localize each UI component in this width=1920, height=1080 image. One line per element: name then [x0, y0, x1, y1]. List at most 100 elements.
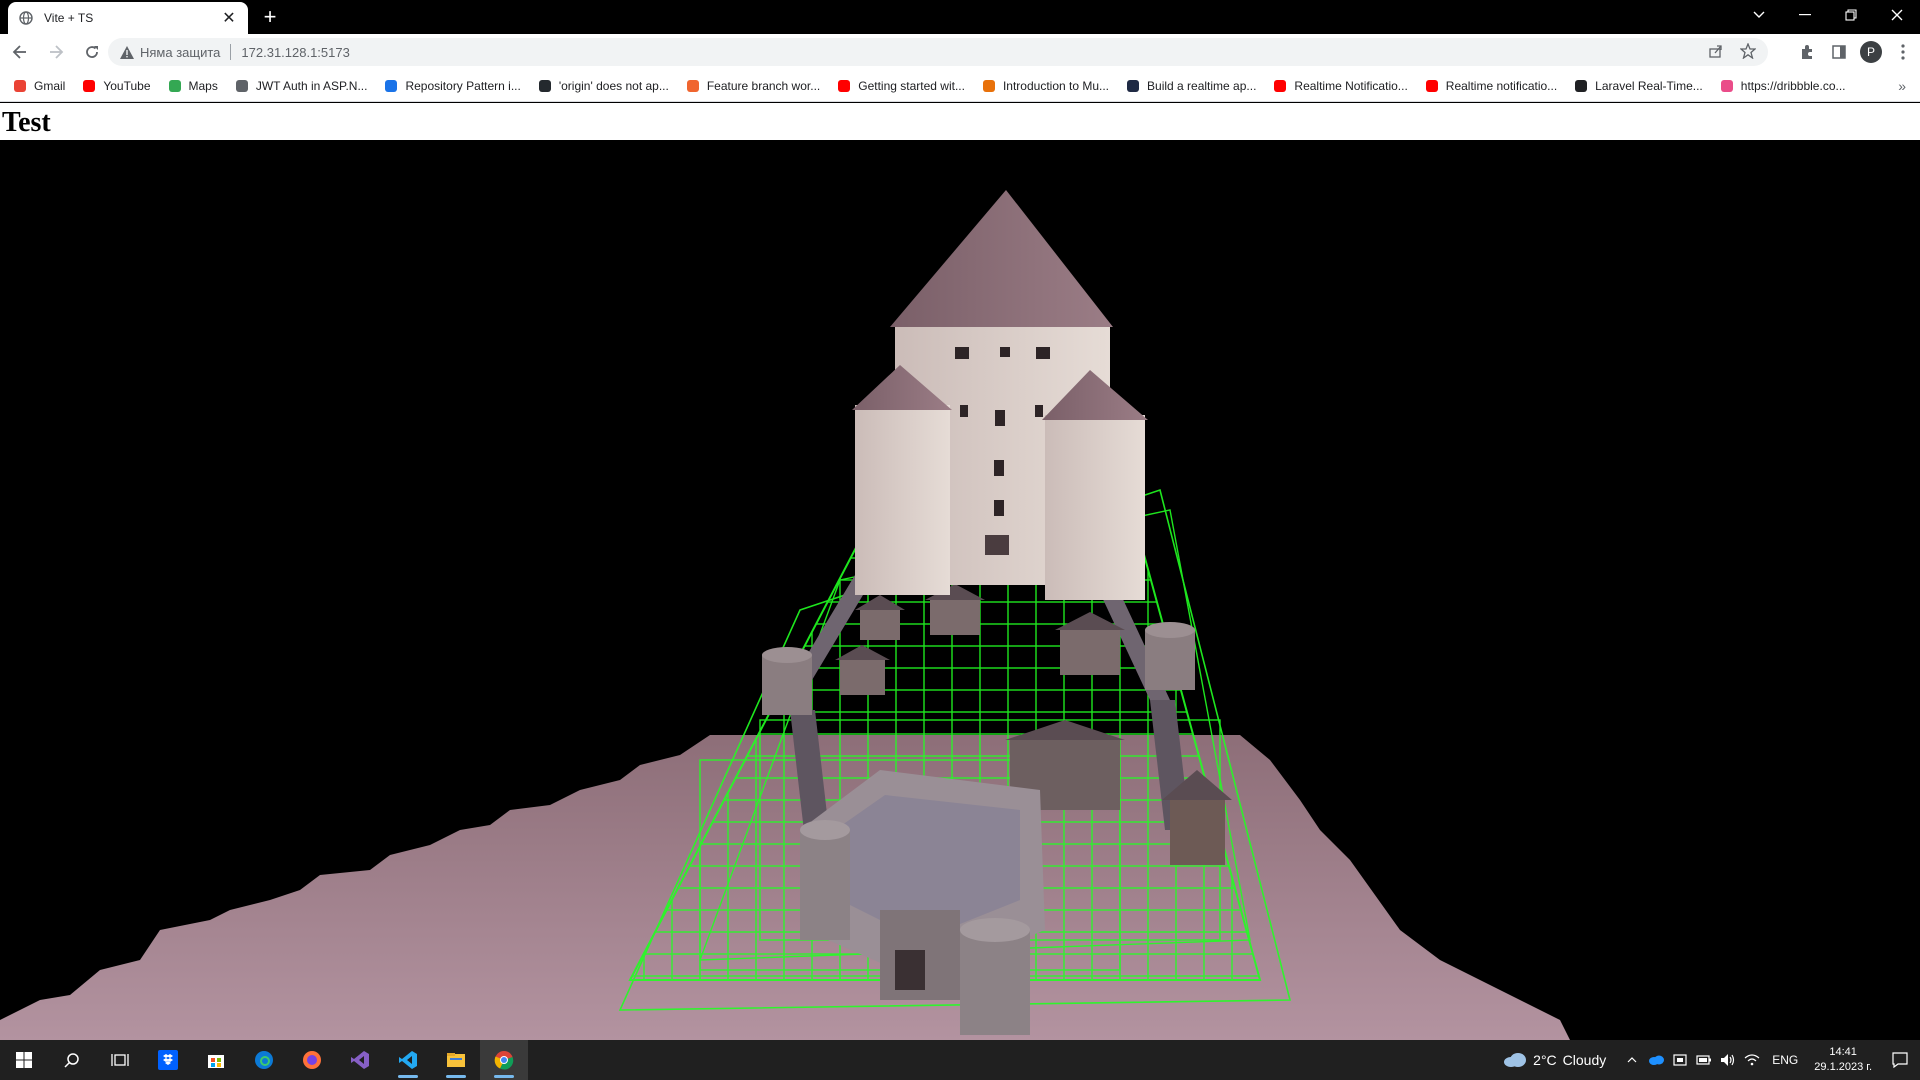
notification-center-button[interactable] — [1880, 1040, 1920, 1080]
gmail-icon — [12, 78, 28, 94]
page-title: Test — [2, 107, 51, 138]
main-keep — [852, 190, 1148, 600]
url-text[interactable]: 172.31.128.1:5173 — [241, 45, 349, 60]
side-panel-icon[interactable] — [1828, 36, 1850, 68]
notification-icon — [1892, 1052, 1908, 1068]
volume-icon[interactable] — [1716, 1040, 1740, 1080]
profile-button[interactable]: P — [1860, 36, 1882, 68]
chevron-up-icon[interactable] — [1620, 1040, 1644, 1080]
bookmark-item[interactable]: 'origin' does not ap... — [537, 78, 669, 94]
bookmark-item[interactable]: https://dribbble.co... — [1719, 78, 1846, 94]
windows-taskbar: 2°C Cloudy ENG 14:41 29.1.2023 г. — [0, 1040, 1920, 1080]
vscode-app[interactable] — [384, 1040, 432, 1080]
task-view-button[interactable] — [96, 1040, 144, 1080]
address-bar[interactable]: Няма защита 172.31.128.1:5173 — [108, 38, 1768, 66]
bookmark-label: Introduction to Mu... — [1002, 78, 1110, 93]
github-icon — [537, 78, 553, 94]
dropbox-icon — [158, 1050, 178, 1070]
avatar: P — [1860, 41, 1882, 63]
reload-button[interactable] — [76, 36, 108, 68]
bookmark-label: Realtime notificatio... — [1445, 78, 1558, 93]
system-tray: 2°C Cloudy ENG 14:41 29.1.2023 г. — [1503, 1040, 1920, 1080]
firefox-app[interactable] — [288, 1040, 336, 1080]
firefox-icon — [303, 1051, 321, 1069]
bookmark-label: Realtime Notificatio... — [1294, 78, 1408, 93]
wifi-icon[interactable] — [1740, 1040, 1764, 1080]
store-icon — [208, 1055, 224, 1068]
search-button[interactable] — [48, 1040, 96, 1080]
bookmark-item[interactable]: Maps — [167, 78, 218, 94]
restore-button[interactable] — [1828, 0, 1874, 30]
bookmark-item[interactable]: Laravel Real-Time... — [1573, 78, 1703, 94]
menu-kebab-icon[interactable] — [1892, 36, 1914, 68]
security-status[interactable]: Няма защита — [140, 45, 220, 60]
weather-temp: 2°C — [1533, 1052, 1557, 1068]
jwt-icon — [234, 78, 250, 94]
file-explorer-app[interactable] — [432, 1040, 480, 1080]
toolbar-right-actions: P — [1796, 36, 1914, 68]
arrow-right-icon — [50, 45, 64, 59]
minimize-button[interactable] — [1782, 0, 1828, 30]
bookmark-item[interactable]: Repository Pattern i... — [383, 78, 521, 94]
new-tab-button[interactable]: + — [258, 6, 282, 30]
store-app[interactable] — [192, 1040, 240, 1080]
window-controls — [1736, 0, 1920, 30]
folder-icon — [447, 1053, 465, 1067]
close-tab-icon[interactable]: ✕ — [220, 9, 238, 27]
browser-tab[interactable]: Vite + TS ✕ — [8, 2, 248, 34]
bookmark-item[interactable]: JWT Auth in ASP.N... — [234, 78, 368, 94]
visual-studio-app[interactable] — [336, 1040, 384, 1080]
battery-icon[interactable] — [1692, 1040, 1716, 1080]
bookmark-item[interactable]: Introduction to Mu... — [981, 78, 1109, 94]
bookmark-label: Gmail — [34, 78, 66, 93]
bookmark-label: 'origin' does not ap... — [558, 78, 669, 93]
language-indicator[interactable]: ENG — [1772, 1053, 1798, 1067]
extensions-icon[interactable] — [1796, 36, 1818, 68]
weather-condition: Cloudy — [1562, 1052, 1607, 1068]
tab-search-icon[interactable] — [1736, 0, 1782, 30]
start-button[interactable] — [0, 1040, 48, 1080]
edge-icon — [255, 1051, 273, 1069]
arrow-left-icon — [12, 45, 26, 59]
bookmark-site-icon — [1125, 78, 1141, 94]
vscode-icon — [399, 1051, 417, 1069]
bookmark-item[interactable]: Realtime notificatio... — [1424, 78, 1557, 94]
dribbble-icon — [1719, 78, 1735, 94]
bookmark-site-icon — [383, 78, 399, 94]
forward-button[interactable] — [40, 36, 72, 68]
bookmark-site-icon — [981, 78, 997, 94]
warning-icon[interactable] — [120, 45, 134, 59]
search-icon — [64, 1053, 79, 1068]
maps-icon — [167, 78, 183, 94]
task-view-icon — [111, 1054, 129, 1066]
bookmark-item[interactable]: Build a realtime ap... — [1125, 78, 1256, 94]
bookmarks-bar: Gmail YouTube Maps JWT Auth in ASP.N... Repo… — [0, 70, 1920, 102]
globe-icon — [18, 10, 34, 26]
chrome-app[interactable] — [480, 1040, 528, 1080]
bookmark-label: Build a realtime ap... — [1147, 78, 1257, 93]
visual-studio-icon — [351, 1051, 369, 1069]
clock[interactable]: 14:41 29.1.2023 г. — [1814, 1045, 1872, 1075]
omnibox-actions — [1708, 42, 1757, 62]
onedrive-icon[interactable] — [1644, 1040, 1668, 1080]
bookmark-site-icon — [1573, 78, 1589, 94]
bookmark-item[interactable]: Feature branch wor... — [685, 78, 820, 94]
bookmarks-overflow-button[interactable]: » — [1898, 78, 1906, 94]
bookmark-item[interactable]: Getting started wit... — [836, 78, 965, 94]
chrome-icon — [494, 1051, 514, 1070]
edge-app[interactable] — [240, 1040, 288, 1080]
bookmark-label: JWT Auth in ASP.N... — [255, 78, 368, 93]
omnibox-separator — [230, 44, 232, 60]
bookmark-star-icon[interactable] — [1739, 42, 1757, 62]
media-icon[interactable] — [1668, 1040, 1692, 1080]
close-window-button[interactable] — [1874, 0, 1920, 30]
youtube-icon — [1424, 78, 1440, 94]
3d-scene-canvas[interactable] — [0, 140, 1920, 1040]
bookmark-item[interactable]: Gmail — [12, 78, 65, 94]
bookmark-item[interactable]: YouTube — [81, 78, 151, 94]
dropbox-app[interactable] — [144, 1040, 192, 1080]
bookmark-item[interactable]: Realtime Notificatio... — [1272, 78, 1408, 94]
share-icon[interactable] — [1708, 43, 1724, 62]
weather-widget[interactable]: 2°C Cloudy — [1503, 1052, 1606, 1068]
back-button[interactable] — [4, 36, 36, 68]
